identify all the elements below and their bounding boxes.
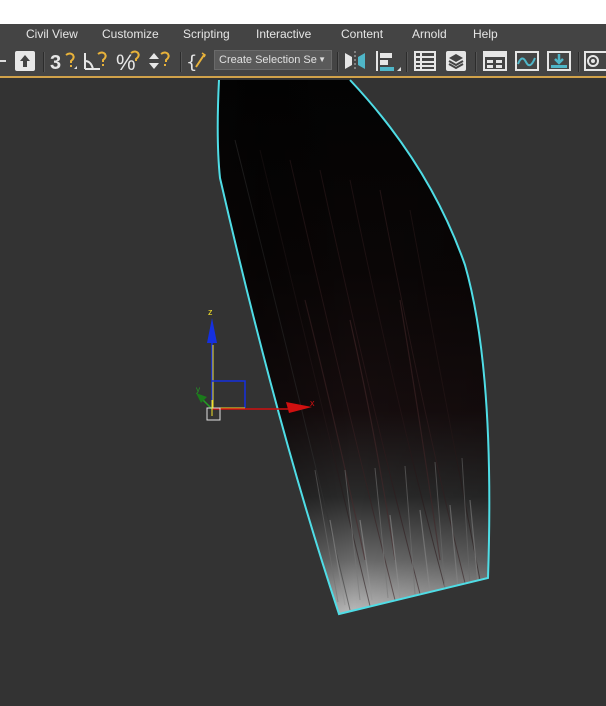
mirror-icon[interactable]	[342, 49, 368, 73]
z-axis-arrow	[207, 318, 217, 343]
layer-explorer-icon[interactable]	[443, 49, 469, 73]
menu-interactive[interactable]: Interactive	[256, 26, 311, 42]
svg-text:3: 3	[50, 52, 61, 73]
scene-explorer-icon[interactable]	[412, 49, 438, 73]
material-editor-icon[interactable]	[583, 49, 606, 73]
chevron-down-icon: ▼	[318, 55, 326, 64]
viewport-scene: z x y	[196, 79, 491, 616]
menu-scripting[interactable]: Scripting	[183, 26, 230, 42]
selection-set-text: Create Selection Se	[219, 54, 317, 66]
percent-snap-icon[interactable]: %	[114, 49, 142, 73]
edit-named-selection-icon[interactable]: {	[186, 49, 210, 73]
ribbon-icon[interactable]	[481, 49, 509, 73]
menu-arnold[interactable]: Arnold	[412, 26, 447, 42]
curve-editor-icon[interactable]	[513, 49, 541, 73]
snap-3d-icon[interactable]: 3	[48, 49, 78, 73]
menu-content[interactable]: Content	[341, 26, 383, 42]
pivot-box	[206, 407, 221, 421]
align-icon[interactable]	[372, 49, 402, 73]
upload-icon[interactable]	[12, 49, 38, 73]
angle-snap-icon[interactable]	[82, 49, 110, 73]
create-selection-set-dropdown[interactable]: Create Selection Se ▼	[214, 50, 332, 70]
menu-help[interactable]: Help	[473, 26, 498, 42]
schematic-view-icon[interactable]	[545, 49, 573, 73]
menu-civil-view[interactable]: Civil View	[26, 26, 78, 42]
spinner-snap-icon[interactable]	[146, 49, 174, 73]
hair-mesh[interactable]	[216, 79, 491, 616]
svg-text:%: %	[116, 50, 136, 73]
main-toolbar: 3 % { Create Selection Se ▼	[0, 44, 606, 78]
menu-bar: Civil View Customize Scripting Interacti…	[0, 24, 606, 44]
perspective-viewport[interactable]: z x y	[0, 78, 606, 706]
arrow-left-icon[interactable]	[0, 49, 8, 73]
menu-customize[interactable]: Customize	[102, 26, 159, 42]
z-axis-label: z	[208, 307, 213, 317]
y-axis-label: y	[196, 385, 200, 394]
x-axis-label: x	[310, 398, 315, 408]
svg-text:{: {	[186, 52, 197, 73]
title-area	[0, 0, 606, 24]
